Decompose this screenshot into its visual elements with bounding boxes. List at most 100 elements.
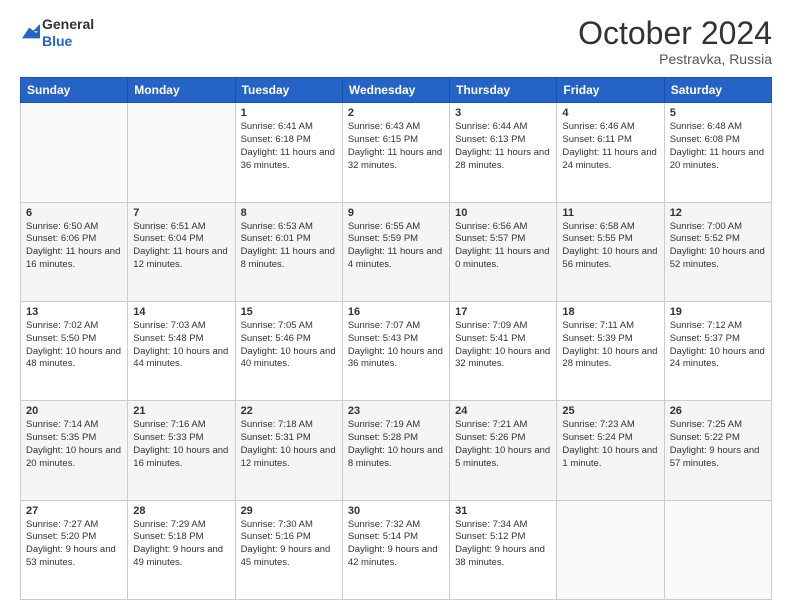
- day-number: 8: [241, 207, 337, 219]
- day-number: 1: [241, 107, 337, 119]
- table-row: 31 Sunrise: 7:34 AM Sunset: 5:12 PM Dayli…: [450, 500, 557, 599]
- day-number: 11: [562, 207, 658, 219]
- day-number: 30: [348, 505, 444, 517]
- day-info: Sunrise: 6:55 AM Sunset: 5:59 PM Dayligh…: [348, 221, 444, 272]
- table-row: 10 Sunrise: 6:56 AM Sunset: 5:57 PM Dayli…: [450, 202, 557, 301]
- day-number: 19: [670, 306, 766, 318]
- day-info: Sunrise: 6:44 AM Sunset: 6:13 PM Dayligh…: [455, 121, 551, 172]
- location: Pestravka, Russia: [578, 51, 772, 67]
- day-info: Sunrise: 6:50 AM Sunset: 6:06 PM Dayligh…: [26, 221, 122, 272]
- day-info: Sunrise: 7:03 AM Sunset: 5:48 PM Dayligh…: [133, 320, 229, 371]
- day-number: 14: [133, 306, 229, 318]
- table-row: 14 Sunrise: 7:03 AM Sunset: 5:48 PM Dayli…: [128, 301, 235, 400]
- table-row: 13 Sunrise: 7:02 AM Sunset: 5:50 PM Dayli…: [21, 301, 128, 400]
- day-info: Sunrise: 7:34 AM Sunset: 5:12 PM Dayligh…: [455, 519, 551, 570]
- table-row: [664, 500, 771, 599]
- day-info: Sunrise: 6:58 AM Sunset: 5:55 PM Dayligh…: [562, 221, 658, 272]
- table-row: 12 Sunrise: 7:00 AM Sunset: 5:52 PM Dayli…: [664, 202, 771, 301]
- table-row: 29Sunrise: 7:30 AM Sunset: 5:16 PM Dayli…: [235, 500, 342, 599]
- day-number: 17: [455, 306, 551, 318]
- table-row: 23Sunrise: 7:19 AM Sunset: 5:28 PM Dayli…: [342, 401, 449, 500]
- page: General Blue October 2024 Pestravka, Rus…: [0, 0, 792, 612]
- logo-blue-text: Blue: [42, 33, 72, 49]
- table-row: 4Sunrise: 6:46 AM Sunset: 6:11 PM Daylig…: [557, 103, 664, 202]
- calendar-week-row: 13 Sunrise: 7:02 AM Sunset: 5:50 PM Dayli…: [21, 301, 772, 400]
- day-number: 3: [455, 107, 551, 119]
- day-number: 15: [241, 306, 337, 318]
- table-row: 25 Sunrise: 7:23 AM Sunset: 5:24 PM Dayli…: [557, 401, 664, 500]
- table-row: 3 Sunrise: 6:44 AM Sunset: 6:13 PM Daylig…: [450, 103, 557, 202]
- day-info: Sunrise: 7:02 AM Sunset: 5:50 PM Dayligh…: [26, 320, 122, 371]
- title-block: October 2024 Pestravka, Russia: [578, 16, 772, 67]
- calendar-week-row: 27 Sunrise: 7:27 AM Sunset: 5:20 PM Dayli…: [21, 500, 772, 599]
- col-friday: Friday: [557, 78, 664, 103]
- day-number: 12: [670, 207, 766, 219]
- day-number: 18: [562, 306, 658, 318]
- col-saturday: Saturday: [664, 78, 771, 103]
- day-info: Sunrise: 6:43 AM Sunset: 6:15 PM Dayligh…: [348, 121, 444, 172]
- table-row: 27 Sunrise: 7:27 AM Sunset: 5:20 PM Dayli…: [21, 500, 128, 599]
- day-number: 27: [26, 505, 122, 517]
- day-number: 6: [26, 207, 122, 219]
- day-info: Sunrise: 7:12 AM Sunset: 5:37 PM Dayligh…: [670, 320, 766, 371]
- day-number: 9: [348, 207, 444, 219]
- month-title: October 2024: [578, 16, 772, 51]
- calendar-header-row: Sunday Monday Tuesday Wednesday Thursday…: [21, 78, 772, 103]
- col-thursday: Thursday: [450, 78, 557, 103]
- logo-icon: [22, 24, 40, 42]
- table-row: 20Sunrise: 7:14 AM Sunset: 5:35 PM Dayli…: [21, 401, 128, 500]
- day-number: 26: [670, 405, 766, 417]
- table-row: 22 Sunrise: 7:18 AM Sunset: 5:31 PM Dayli…: [235, 401, 342, 500]
- day-info: Sunrise: 7:21 AM Sunset: 5:26 PM Dayligh…: [455, 419, 551, 470]
- table-row: 24 Sunrise: 7:21 AM Sunset: 5:26 PM Dayli…: [450, 401, 557, 500]
- day-number: 7: [133, 207, 229, 219]
- day-info: Sunrise: 7:07 AM Sunset: 5:43 PM Dayligh…: [348, 320, 444, 371]
- table-row: 30 Sunrise: 7:32 AM Sunset: 5:14 PM Dayli…: [342, 500, 449, 599]
- table-row: 11 Sunrise: 6:58 AM Sunset: 5:55 PM Dayli…: [557, 202, 664, 301]
- day-info: Sunrise: 7:27 AM Sunset: 5:20 PM Dayligh…: [26, 519, 122, 570]
- day-number: 25: [562, 405, 658, 417]
- day-info: Sunrise: 7:05 AM Sunset: 5:46 PM Dayligh…: [241, 320, 337, 371]
- col-sunday: Sunday: [21, 78, 128, 103]
- table-row: 21 Sunrise: 7:16 AM Sunset: 5:33 PM Dayli…: [128, 401, 235, 500]
- day-info: Sunrise: 7:18 AM Sunset: 5:31 PM Dayligh…: [241, 419, 337, 470]
- calendar-week-row: 1Sunrise: 6:41 AM Sunset: 6:18 PM Daylig…: [21, 103, 772, 202]
- table-row: 16 Sunrise: 7:07 AM Sunset: 5:43 PM Dayli…: [342, 301, 449, 400]
- col-wednesday: Wednesday: [342, 78, 449, 103]
- col-monday: Monday: [128, 78, 235, 103]
- day-info: Sunrise: 7:00 AM Sunset: 5:52 PM Dayligh…: [670, 221, 766, 272]
- day-number: 21: [133, 405, 229, 417]
- day-number: 20: [26, 405, 122, 417]
- table-row: 1Sunrise: 6:41 AM Sunset: 6:18 PM Daylig…: [235, 103, 342, 202]
- table-row: [21, 103, 128, 202]
- day-number: 13: [26, 306, 122, 318]
- day-info: Sunrise: 7:25 AM Sunset: 5:22 PM Dayligh…: [670, 419, 766, 470]
- table-row: [128, 103, 235, 202]
- logo: General Blue: [20, 16, 94, 50]
- day-number: 31: [455, 505, 551, 517]
- day-info: Sunrise: 7:16 AM Sunset: 5:33 PM Dayligh…: [133, 419, 229, 470]
- day-info: Sunrise: 6:48 AM Sunset: 6:08 PM Dayligh…: [670, 121, 766, 172]
- table-row: 7Sunrise: 6:51 AM Sunset: 6:04 PM Daylig…: [128, 202, 235, 301]
- day-number: 22: [241, 405, 337, 417]
- table-row: [557, 500, 664, 599]
- day-number: 24: [455, 405, 551, 417]
- day-number: 16: [348, 306, 444, 318]
- table-row: 18 Sunrise: 7:11 AM Sunset: 5:39 PM Dayli…: [557, 301, 664, 400]
- day-number: 10: [455, 207, 551, 219]
- day-info: Sunrise: 7:23 AM Sunset: 5:24 PM Dayligh…: [562, 419, 658, 470]
- day-info: Sunrise: 7:32 AM Sunset: 5:14 PM Dayligh…: [348, 519, 444, 570]
- day-info: Sunrise: 7:11 AM Sunset: 5:39 PM Dayligh…: [562, 320, 658, 371]
- day-number: 23: [348, 405, 444, 417]
- table-row: 15 Sunrise: 7:05 AM Sunset: 5:46 PM Dayli…: [235, 301, 342, 400]
- day-info: Sunrise: 6:56 AM Sunset: 5:57 PM Dayligh…: [455, 221, 551, 272]
- table-row: 9 Sunrise: 6:55 AM Sunset: 5:59 PM Daylig…: [342, 202, 449, 301]
- col-tuesday: Tuesday: [235, 78, 342, 103]
- calendar-week-row: 20Sunrise: 7:14 AM Sunset: 5:35 PM Dayli…: [21, 401, 772, 500]
- day-info: Sunrise: 7:30 AM Sunset: 5:16 PM Dayligh…: [241, 519, 337, 570]
- table-row: 19 Sunrise: 7:12 AM Sunset: 5:37 PM Dayli…: [664, 301, 771, 400]
- header: General Blue October 2024 Pestravka, Rus…: [20, 16, 772, 67]
- logo-general-text: General: [42, 16, 94, 32]
- table-row: 28Sunrise: 7:29 AM Sunset: 5:18 PM Dayli…: [128, 500, 235, 599]
- day-info: Sunrise: 7:29 AM Sunset: 5:18 PM Dayligh…: [133, 519, 229, 570]
